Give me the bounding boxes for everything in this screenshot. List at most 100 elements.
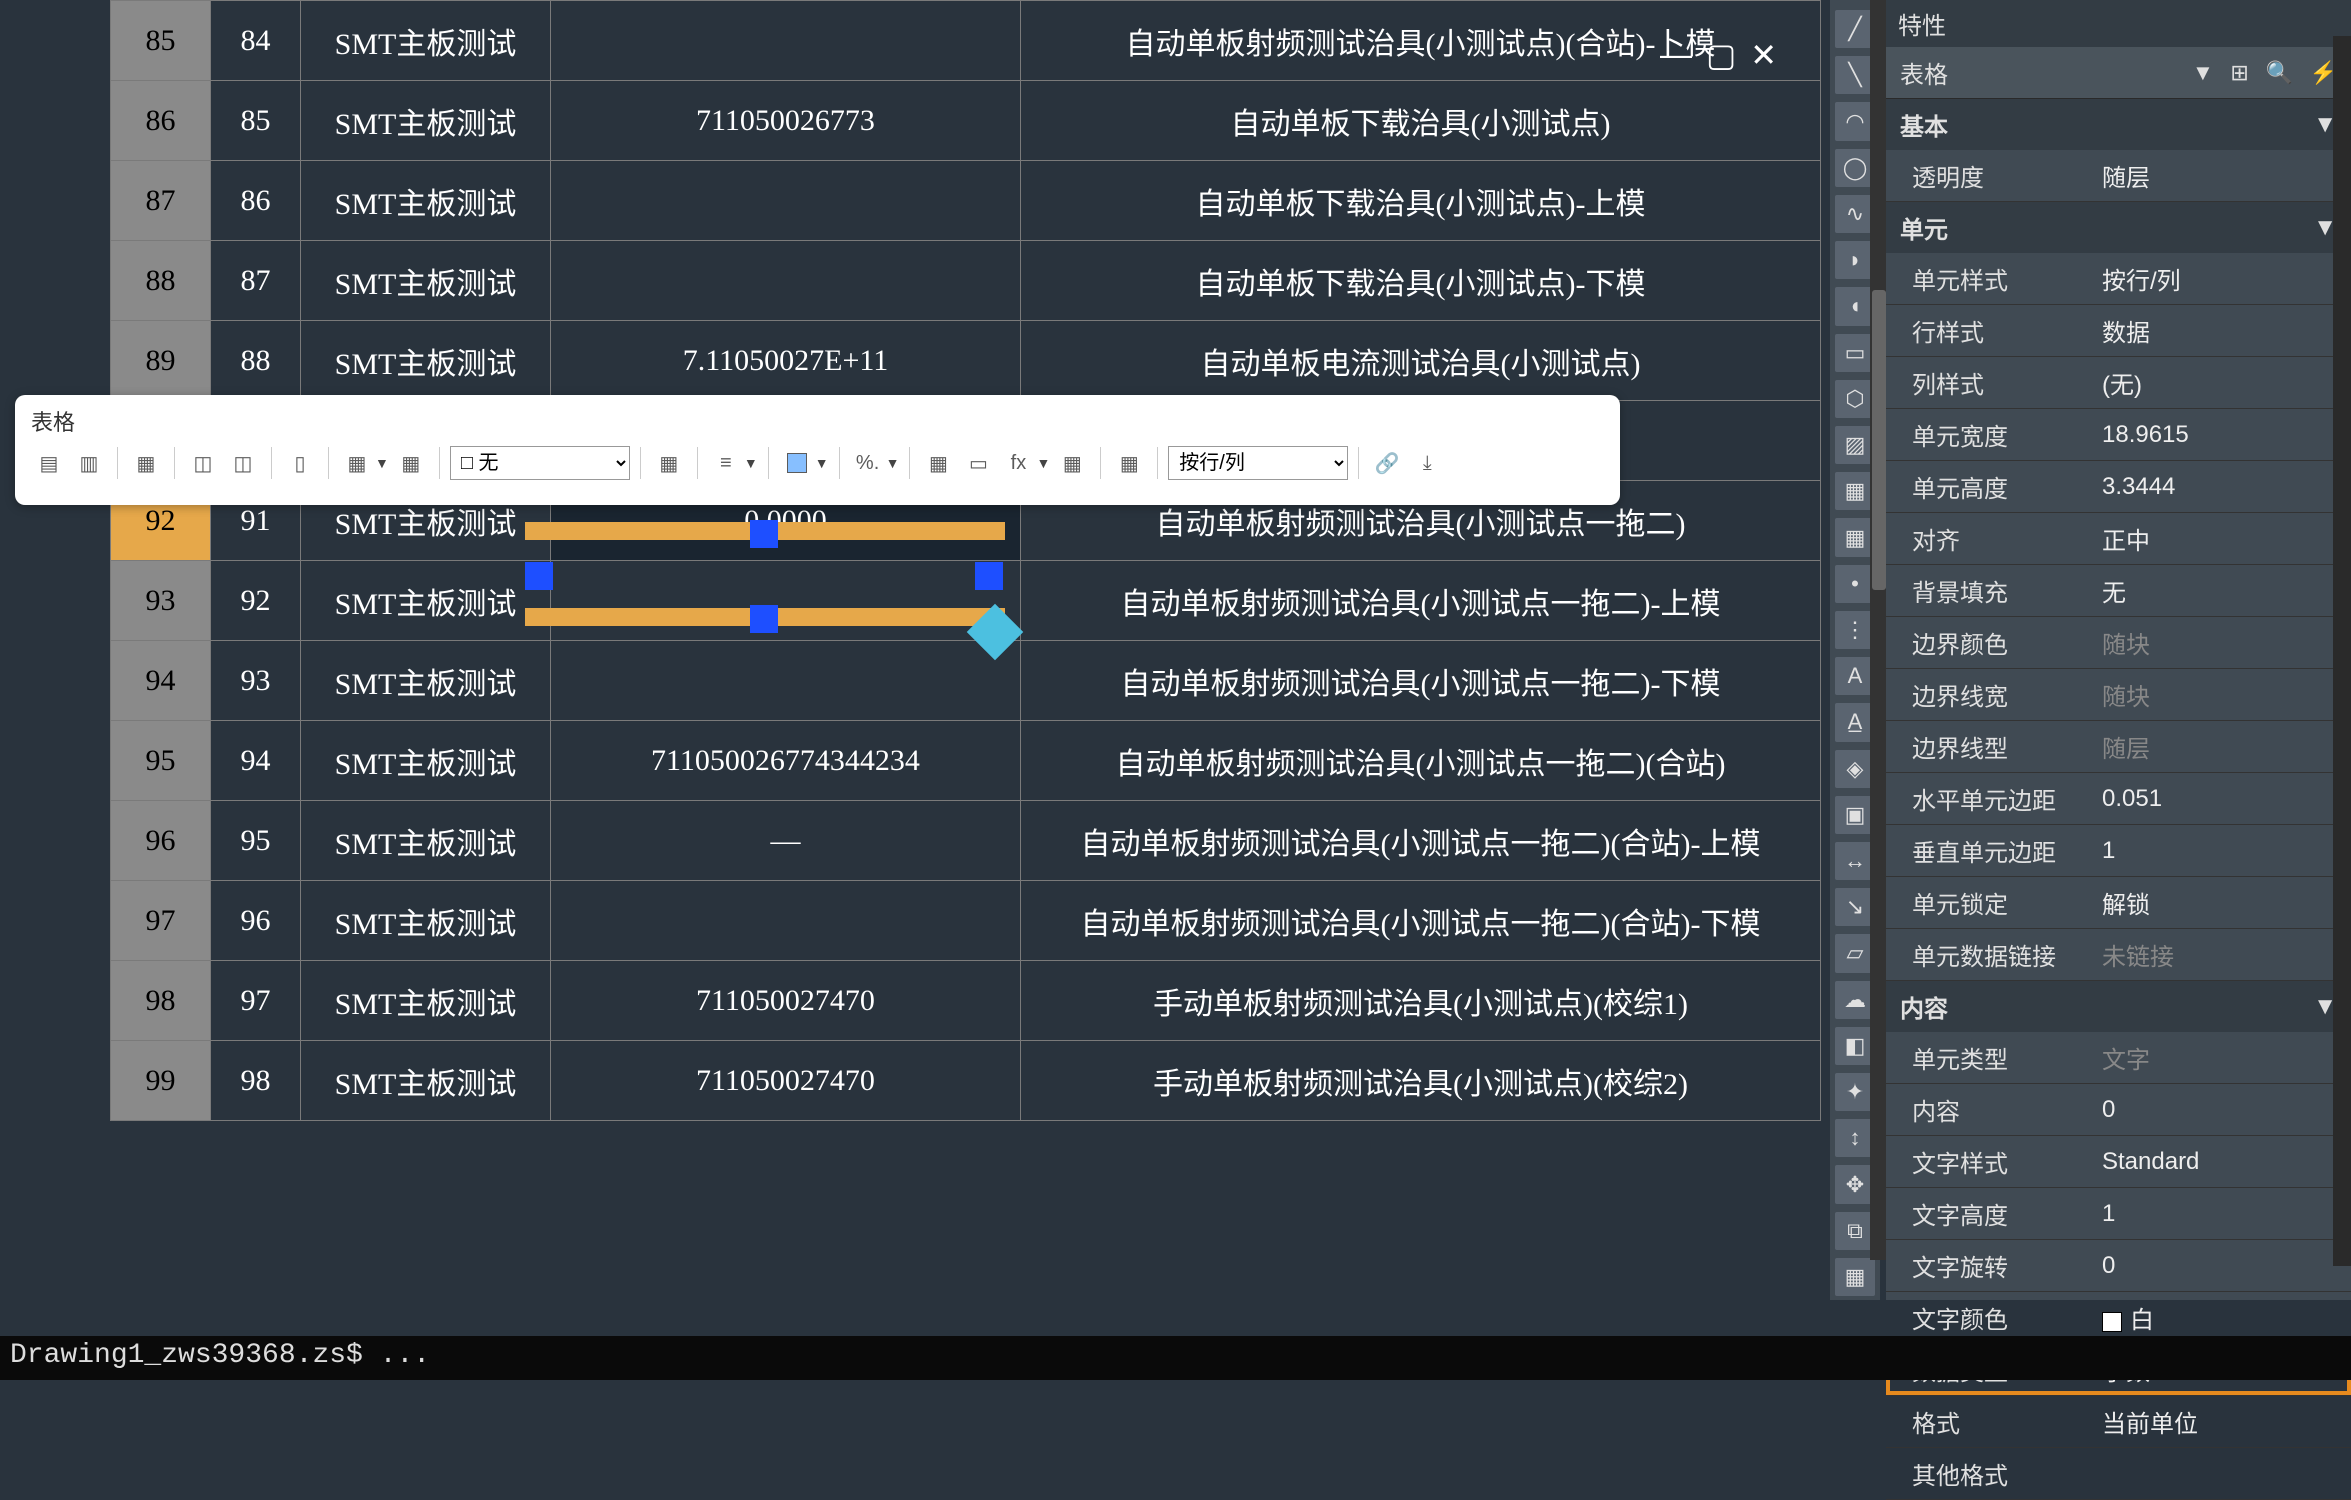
spline-tool-icon[interactable]: ∿: [1835, 195, 1875, 233]
table-cell[interactable]: 99: [111, 1041, 211, 1121]
download-icon[interactable]: ⤓: [1409, 445, 1445, 481]
rect-tool-icon[interactable]: ▭: [1835, 334, 1875, 372]
drawing-canvas[interactable]: 8584SMT主板测试自动单板射频测试治具(小测试点)(合站)-卜模8685SM…: [0, 0, 1830, 1121]
table-cell[interactable]: [551, 641, 1021, 721]
table-cell[interactable]: 7.11050027E+11: [551, 321, 1021, 401]
circle-tool-icon[interactable]: ◯: [1835, 149, 1875, 187]
table-cell[interactable]: 711050026773: [551, 81, 1021, 161]
prop-format[interactable]: 格式当前单位: [1886, 1396, 2351, 1448]
border-icon[interactable]: ▦: [651, 445, 687, 481]
prop-cell-link[interactable]: 单元数据链接未链接: [1886, 929, 2351, 981]
table-row[interactable]: 8988SMT主板测试7.11050027E+11自动单板电流测试治具(小测试点…: [111, 321, 1821, 401]
prop-border-lt[interactable]: 边界线型随层: [1886, 721, 2351, 773]
table-row[interactable]: 9695SMT主板测试—自动单板射频测试治具(小测试点一拖二)(合站)-上模: [111, 801, 1821, 881]
arc-tool-icon[interactable]: ◠: [1835, 102, 1875, 140]
link-icon[interactable]: 🔗: [1369, 445, 1405, 481]
prop-row-style[interactable]: 行样式数据: [1886, 305, 2351, 357]
section-cell[interactable]: 单元▼: [1886, 202, 2351, 253]
table-cell[interactable]: 手动单板射频测试治具(小测试点)(校综2): [1021, 1041, 1821, 1121]
table-tool-icon[interactable]: ▦: [1835, 518, 1875, 556]
table-cell[interactable]: 自动单板电流测试治具(小测试点): [1021, 321, 1821, 401]
table-cell[interactable]: SMT主板测试: [301, 561, 551, 641]
table-cell[interactable]: 84: [211, 1, 301, 81]
table-row[interactable]: 8584SMT主板测试自动单板射频测试治具(小测试点)(合站)-卜模: [111, 1, 1821, 81]
wipeout-tool-icon[interactable]: ▱: [1835, 934, 1875, 972]
cell-lock-icon[interactable]: ▦: [1111, 445, 1147, 481]
table-cell[interactable]: 98: [211, 1041, 301, 1121]
percent-format-icon[interactable]: %.: [850, 445, 886, 481]
prop-text-height[interactable]: 文字高度1: [1886, 1188, 2351, 1240]
leader-tool-icon[interactable]: ↘: [1835, 888, 1875, 926]
prop-transparency[interactable]: 透明度随层: [1886, 150, 2351, 202]
table-cell[interactable]: 89: [111, 321, 211, 401]
table-cell[interactable]: SMT主板测试: [301, 1, 551, 81]
table-cell[interactable]: 自动单板下载治具(小测试点): [1021, 81, 1821, 161]
table-cell[interactable]: 96: [211, 881, 301, 961]
table-cell[interactable]: 自动单板射频测试治具(小测试点一拖二)(合站)-下模: [1021, 881, 1821, 961]
chevron-down-icon[interactable]: ▼: [1036, 455, 1050, 471]
chevron-down-icon[interactable]: ▼: [815, 455, 829, 471]
polygon-tool-icon[interactable]: ⬡: [1835, 380, 1875, 418]
prop-other-format[interactable]: 其他格式: [1886, 1448, 2351, 1500]
select-objects-icon[interactable]: ⊞: [2230, 60, 2248, 85]
table-cell[interactable]: 95: [211, 801, 301, 881]
cell-bgcolor-icon[interactable]: [779, 445, 815, 481]
region-tool-icon[interactable]: ▦: [1835, 472, 1875, 510]
section-basic[interactable]: 基本▼: [1886, 99, 2351, 150]
prop-text-rotate[interactable]: 文字旋转0: [1886, 1240, 2351, 1292]
move-tool-icon[interactable]: ✥: [1835, 1165, 1875, 1203]
main-table[interactable]: 8584SMT主板测试自动单板射频测试治具(小测试点)(合站)-卜模8685SM…: [110, 0, 1821, 1121]
table-cell[interactable]: [551, 241, 1021, 321]
table-cell[interactable]: 711050027470: [551, 961, 1021, 1041]
prop-cell-lock[interactable]: 单元锁定解锁: [1886, 877, 2351, 929]
maximize-button[interactable]: ▢: [1706, 36, 1736, 74]
table-cell[interactable]: 96: [111, 801, 211, 881]
prop-cell-height[interactable]: 单元高度3.3444: [1886, 461, 2351, 513]
point-tool-icon[interactable]: •: [1835, 565, 1875, 603]
ellipse-tool-icon[interactable]: ◗: [1835, 241, 1875, 279]
chevron-down-icon[interactable]: ▼: [744, 455, 758, 471]
table-cell[interactable]: 92: [211, 561, 301, 641]
prop-cell-style[interactable]: 单元样式按行/列: [1886, 253, 2351, 305]
copy-tool-icon[interactable]: ⧉: [1835, 1212, 1875, 1250]
table-cell[interactable]: SMT主板测试: [301, 801, 551, 881]
ellipse-arc-icon[interactable]: ◖: [1835, 287, 1875, 325]
formula-icon[interactable]: fx: [1000, 445, 1036, 481]
eraser-icon[interactable]: ◧: [1835, 1027, 1875, 1065]
table-cell[interactable]: 87: [211, 241, 301, 321]
block-tool-icon[interactable]: ◈: [1835, 750, 1875, 788]
table-cell[interactable]: [551, 1, 1021, 81]
table-cell[interactable]: 自动单板射频测试治具(小测试点一拖二)(合站): [1021, 721, 1821, 801]
field-icon[interactable]: ▭: [960, 445, 996, 481]
insert-row-below-icon[interactable]: ▥: [71, 445, 107, 481]
divide-tool-icon[interactable]: ⋮: [1835, 611, 1875, 649]
quick-select-icon[interactable]: 🔍: [2266, 60, 2293, 85]
table-cell[interactable]: 87: [111, 161, 211, 241]
insert-col-left-icon[interactable]: ◫: [185, 445, 221, 481]
prop-cell-width[interactable]: 单元宽度18.9615: [1886, 409, 2351, 461]
table-cell[interactable]: 97: [211, 961, 301, 1041]
table-row[interactable]: 9594SMT主板测试711050026774344234自动单板射频测试治具(…: [111, 721, 1821, 801]
table-row[interactable]: 9897SMT主板测试711050027470手动单板射频测试治具(小测试点)(…: [111, 961, 1821, 1041]
table-cell[interactable]: SMT主板测试: [301, 881, 551, 961]
table-cell[interactable]: 自动单板射频测试治具(小测试点一拖二)-下模: [1021, 641, 1821, 721]
prop-vmargin[interactable]: 垂直单元边距1: [1886, 825, 2351, 877]
table-cell[interactable]: SMT主板测试: [301, 961, 551, 1041]
prop-cell-type[interactable]: 单元类型文字: [1886, 1032, 2351, 1084]
table-row[interactable]: 8685SMT主板测试711050026773自动单板下载治具(小测试点): [111, 81, 1821, 161]
close-button[interactable]: ✕: [1750, 36, 1777, 74]
table-cell[interactable]: 自动单板射频测试治具(小测试点一拖二)(合站)-上模: [1021, 801, 1821, 881]
chevron-down-icon[interactable]: ▼: [886, 455, 900, 471]
text-tool-icon[interactable]: A: [1835, 657, 1875, 695]
stretch-icon[interactable]: ↕: [1835, 1119, 1875, 1157]
prop-text-style[interactable]: 文字样式Standard: [1886, 1136, 2351, 1188]
hatch-tool-icon[interactable]: ▨: [1835, 426, 1875, 464]
manage-content-icon[interactable]: ▦: [1054, 445, 1090, 481]
table-cell[interactable]: 97: [111, 881, 211, 961]
table-cell[interactable]: 88: [211, 321, 301, 401]
palette-toggle-icon[interactable]: ▦: [1835, 1258, 1875, 1296]
table-cell[interactable]: [551, 561, 1021, 641]
command-line[interactable]: Drawing1_zws39368.zs$ ...: [0, 1336, 2351, 1380]
table-cell[interactable]: SMT主板测试: [301, 161, 551, 241]
table-row[interactable]: 9493SMT主板测试自动单板射频测试治具(小测试点一拖二)-下模: [111, 641, 1821, 721]
